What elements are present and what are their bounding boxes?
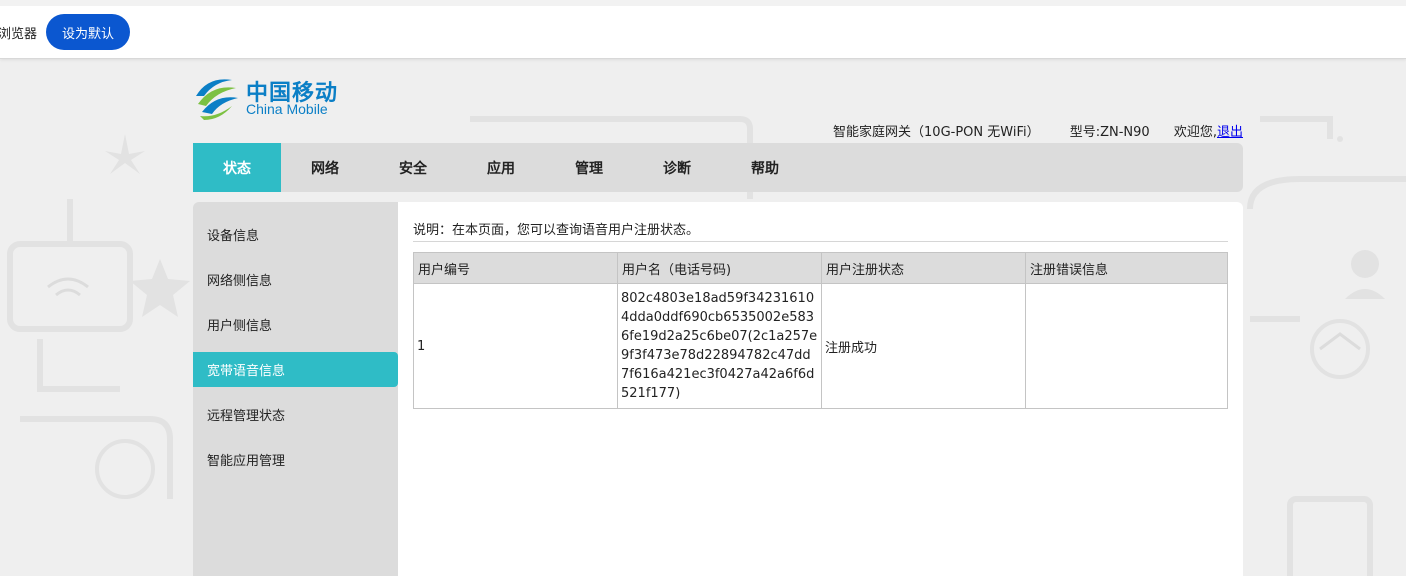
sidebar-item-broadband-voice-info[interactable]: 宽带语音信息	[193, 352, 398, 387]
table-row: 1 802c4803e18ad59f342316104dda0ddf690cb6…	[413, 283, 1228, 409]
content-panel: 说明：在本页面，您可以查询语音用户注册状态。 用户编号 用户名（电话号码) 用户…	[398, 202, 1243, 576]
main-nav: 状态 网络 安全 应用 管理 诊断 帮助	[193, 143, 1243, 192]
sidebar-item-remote-management-status[interactable]: 远程管理状态	[193, 397, 398, 432]
page-description: 说明：在本页面，您可以查询语音用户注册状态。	[413, 219, 1228, 242]
device-model: 型号:ZN-N90	[1069, 125, 1150, 140]
logout-link[interactable]: 退出	[1217, 125, 1243, 140]
tab-diagnosis[interactable]: 诊断	[633, 143, 721, 192]
tab-status[interactable]: 状态	[193, 143, 281, 192]
tab-management[interactable]: 管理	[545, 143, 633, 192]
tab-help[interactable]: 帮助	[721, 143, 809, 192]
sidebar-item-device-info[interactable]: 设备信息	[193, 217, 398, 252]
tab-network[interactable]: 网络	[281, 143, 369, 192]
china-mobile-logo: 中国移动 China Mobile	[192, 74, 352, 122]
device-name: 智能家庭网关（10G-PON 无WiFi）	[833, 125, 1040, 140]
column-header-user-id: 用户编号	[413, 252, 618, 284]
header-info: 智能家庭网关（10G-PON 无WiFi） 型号:ZN-N90 欢迎您,退出	[0, 121, 1243, 140]
column-header-registration-error: 注册错误信息	[1025, 252, 1228, 284]
welcome-text: 欢迎您,	[1173, 125, 1217, 140]
table-header-row: 用户编号 用户名（电话号码) 用户注册状态 注册错误信息	[413, 252, 1228, 284]
tab-application[interactable]: 应用	[457, 143, 545, 192]
column-header-registration-status: 用户注册状态	[821, 252, 1026, 284]
set-default-button[interactable]: 设为默认	[46, 14, 130, 50]
voice-registration-table: 用户编号 用户名（电话号码) 用户注册状态 注册错误信息 1 802c4803e…	[413, 252, 1228, 409]
tab-security[interactable]: 安全	[369, 143, 457, 192]
cell-user-id: 1	[413, 283, 618, 409]
browser-bar-text: 浏览器	[0, 27, 38, 42]
sidebar-item-network-side-info[interactable]: 网络侧信息	[193, 262, 398, 297]
logo-english-text: China Mobile	[246, 101, 328, 117]
cell-username: 802c4803e18ad59f342316104dda0ddf690cb653…	[617, 283, 822, 409]
column-header-username: 用户名（电话号码)	[617, 252, 822, 284]
browser-notification-bar: 浏览器 设为默认	[0, 0, 1406, 59]
cell-registration-error	[1025, 283, 1228, 409]
sidebar: 设备信息 网络侧信息 用户侧信息 宽带语音信息 远程管理状态 智能应用管理	[193, 202, 398, 576]
china-mobile-logo-icon	[196, 79, 238, 120]
sidebar-item-smart-app-management[interactable]: 智能应用管理	[193, 442, 398, 477]
sidebar-item-user-side-info[interactable]: 用户侧信息	[193, 307, 398, 342]
cell-registration-status: 注册成功	[821, 283, 1026, 409]
